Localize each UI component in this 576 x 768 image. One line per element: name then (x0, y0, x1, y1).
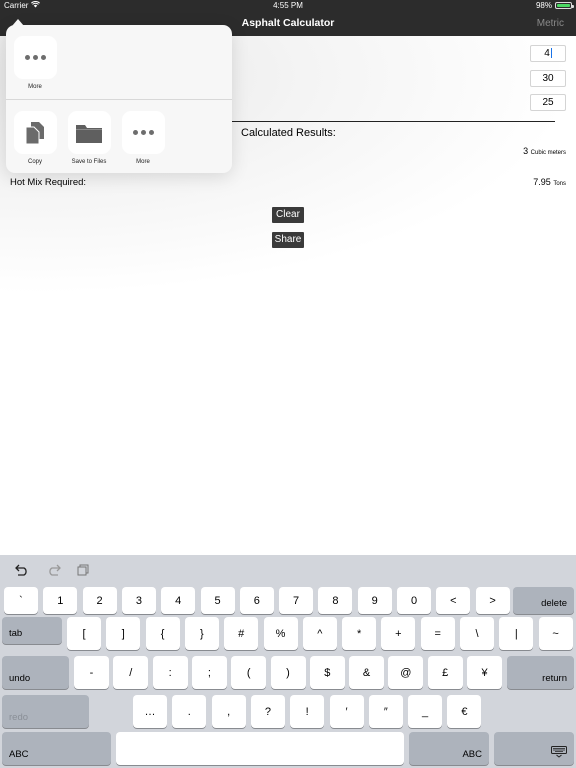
input-1-value: 4 (544, 48, 550, 59)
key-row2-7[interactable]: * (342, 617, 377, 650)
app-screen: Carrier 4:55 PM 98% Asphalt Calculator M… (0, 0, 576, 768)
key-row1-4[interactable]: 4 (161, 587, 196, 614)
results-divider (230, 121, 555, 122)
key-row2-8[interactable]: + (381, 617, 416, 650)
text-cursor (550, 48, 552, 59)
share-label: More (136, 159, 150, 165)
key-row1-0[interactable]: ` (4, 587, 38, 614)
share-action-save-to-files[interactable]: Save to Files (62, 111, 116, 165)
key-row1-10[interactable]: 0 (397, 587, 431, 614)
key-row2-6[interactable]: ^ (302, 617, 337, 650)
paste-icon[interactable] (77, 564, 89, 579)
hotmix-value: 7.95 (533, 177, 551, 187)
key-row1-9[interactable]: 9 (357, 587, 392, 614)
copy-icon (13, 111, 57, 154)
key-row2-10[interactable]: \ (460, 617, 494, 650)
share-action-more-top[interactable]: More (8, 36, 62, 90)
key-row1-1[interactable]: 1 (43, 587, 78, 614)
battery-icon (555, 2, 574, 9)
status-battery: 98% (535, 1, 574, 10)
clear-button[interactable]: Clear (272, 207, 304, 223)
key-row2-12[interactable]: ~ (538, 617, 573, 650)
key-row1-7[interactable]: 7 (279, 587, 314, 614)
key-row1-3[interactable]: 3 (121, 587, 156, 614)
key-row2-2[interactable]: { (145, 617, 180, 650)
key-row3-5[interactable]: ) (270, 656, 306, 689)
share-label: Save to Files (71, 159, 107, 165)
key-row4-0[interactable]: … (133, 695, 167, 728)
abc-key-left[interactable]: ABC (2, 732, 111, 765)
key-row4-3[interactable]: ? (250, 695, 285, 728)
share-label: More (28, 84, 42, 90)
key-row3-2[interactable]: : (152, 656, 188, 689)
key-row4-7[interactable]: _ (408, 695, 443, 728)
keyboard: ` 1 2 3 4 5 6 7 8 9 0 < > delete tab []{} #% ^ * + = \ | ~ u… (0, 555, 576, 768)
share-button[interactable]: Share (272, 232, 304, 248)
key-row3-7[interactable]: & (349, 656, 385, 689)
folder-icon (67, 111, 111, 154)
dismiss-keyboard-key[interactable] (494, 732, 574, 765)
key-row3-10[interactable]: ¥ (467, 656, 502, 689)
key-row3-9[interactable]: £ (427, 656, 463, 689)
hotmix-label: Hot Mix Required: (10, 177, 87, 188)
return-key[interactable]: return (507, 656, 574, 689)
share-label: Copy (27, 159, 42, 165)
key-row1-6[interactable]: 6 (239, 587, 274, 614)
input-field-3[interactable]: 25 (530, 94, 566, 111)
status-time: 4:55 PM (273, 1, 303, 10)
key-row1-2[interactable]: 2 (82, 587, 117, 614)
volume-value: 3 (523, 146, 529, 156)
metric-button[interactable]: Metric (537, 18, 564, 29)
redo-key[interactable]: redo (2, 695, 89, 728)
key-row3-0[interactable]: - (74, 656, 109, 689)
hotmix-unit: Tons (553, 181, 566, 187)
key-row1-8[interactable]: 8 (318, 587, 353, 614)
key-row2-5[interactable]: % (263, 617, 298, 650)
key-row1-11[interactable]: < (436, 587, 471, 614)
share-popover: More Copy Save to Files More (6, 19, 232, 173)
redo-icon[interactable] (46, 564, 61, 579)
key-row3-1[interactable]: / (113, 656, 149, 689)
key-row2-11[interactable]: | (499, 617, 534, 650)
key-row1-5[interactable]: 5 (200, 587, 235, 614)
input-field-2[interactable]: 30 (530, 70, 566, 87)
keyboard-dismiss-icon (551, 746, 567, 761)
key-row2-0[interactable]: [ (67, 617, 101, 650)
undo-key[interactable]: undo (2, 656, 69, 689)
popover-separator (6, 99, 232, 100)
key-row2-1[interactable]: ] (106, 617, 141, 650)
more-icon (13, 36, 57, 79)
key-row4-1[interactable]: . (172, 695, 207, 728)
key-row4-2[interactable]: , (211, 695, 246, 728)
key-row1-12[interactable]: > (475, 587, 510, 614)
hotmix-result: 7.95 Tons (533, 177, 566, 187)
volume-result: 3 Cubic meters (523, 146, 566, 156)
share-action-more[interactable]: More (116, 111, 170, 165)
key-row4-5[interactable]: ′ (329, 695, 364, 728)
key-row3-8[interactable]: @ (388, 656, 424, 689)
key-row4-4[interactable]: ! (290, 695, 325, 728)
undo-icon[interactable] (15, 564, 30, 579)
volume-unit: Cubic meters (530, 150, 566, 156)
share-action-copy[interactable]: Copy (8, 111, 62, 165)
abc-key-right[interactable]: ABC (409, 732, 489, 765)
more-icon (121, 111, 165, 154)
key-row3-6[interactable]: $ (309, 656, 345, 689)
input-field-1[interactable]: 4 (530, 45, 566, 62)
key-row2-9[interactable]: = (420, 617, 455, 650)
key-row4-6[interactable]: ″ (368, 695, 403, 728)
results-title: Calculated Results: (241, 127, 336, 139)
space-key[interactable] (116, 732, 404, 765)
key-row2-3[interactable]: } (184, 617, 219, 650)
battery-percent: 98% (535, 1, 552, 10)
key-row2-4[interactable]: # (224, 617, 259, 650)
key-row4-8[interactable]: € (447, 695, 482, 728)
key-row3-4[interactable]: ( (231, 656, 267, 689)
delete-key[interactable]: delete (513, 587, 574, 614)
popover-arrow (12, 19, 24, 26)
tab-key[interactable]: tab (2, 617, 62, 644)
key-row3-3[interactable]: ; (191, 656, 227, 689)
